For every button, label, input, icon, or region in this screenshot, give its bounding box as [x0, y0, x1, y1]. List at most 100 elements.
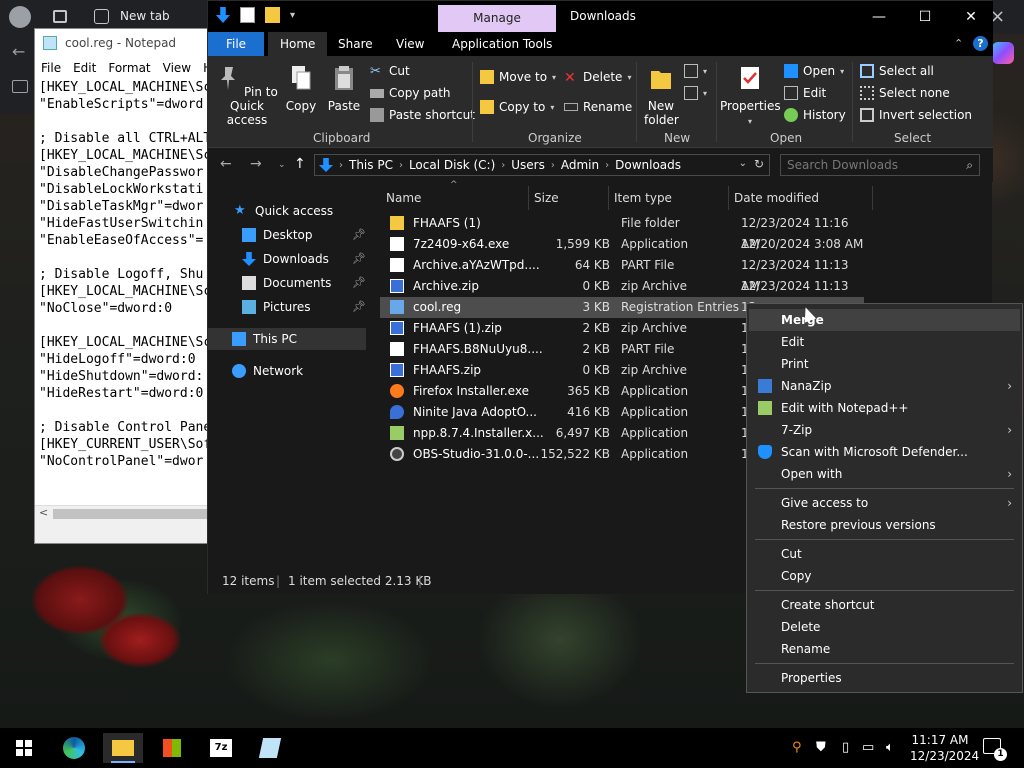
nav-downloads[interactable]: Downloads 📌︎: [242, 248, 366, 270]
menu-open-with[interactable]: Open with ›: [749, 463, 1020, 485]
menu-delete[interactable]: Delete: [749, 616, 1020, 638]
delete-button[interactable]: ✕ Delete ▾: [564, 68, 631, 86]
workspaces-icon[interactable]: [53, 10, 67, 23]
column-divider[interactable]: [608, 186, 609, 210]
invert-selection-button[interactable]: Invert selection: [860, 106, 972, 124]
menu-nanazip[interactable]: NanaZip ›: [749, 375, 1020, 397]
maximize-button[interactable]: ☐: [902, 5, 948, 29]
menu-cut[interactable]: Cut: [749, 543, 1020, 565]
new-item-button[interactable]: ▾: [684, 62, 707, 80]
menu-scan-defender[interactable]: Scan with Microsoft Defender...: [749, 441, 1020, 463]
new-folder-quick-icon[interactable]: [265, 7, 280, 23]
address-dropdown-icon[interactable]: ⌄: [739, 158, 747, 169]
column-divider[interactable]: [528, 186, 529, 210]
close-button[interactable]: ✕: [948, 5, 994, 29]
file-row[interactable]: Archive.zip 0 KB zip Archive 12/23/2024 11:…: [380, 276, 864, 314]
taskbar-store[interactable]: [152, 733, 192, 763]
menu-rename[interactable]: Rename: [749, 638, 1020, 660]
menu-copy[interactable]: Copy: [749, 565, 1020, 587]
pin-to-quick-access-button[interactable]: Pin to Quick access: [214, 64, 280, 127]
tab-file[interactable]: File: [208, 32, 264, 56]
select-all-button[interactable]: Select all: [860, 62, 934, 80]
collapse-ribbon-icon[interactable]: ⌃: [954, 37, 963, 50]
help-icon[interactable]: ?: [973, 36, 988, 51]
profile-avatar[interactable]: [9, 6, 31, 28]
volume-muted-icon[interactable]: 🔈︎: [886, 740, 894, 755]
select-none-button[interactable]: Select none: [860, 84, 950, 102]
menu-properties[interactable]: Properties: [749, 667, 1020, 689]
battery-icon[interactable]: ▯: [842, 740, 849, 755]
column-name[interactable]: Name: [386, 186, 421, 210]
move-to-button[interactable]: Move to ▾: [480, 68, 556, 86]
notepad-menu-edit[interactable]: Edit: [73, 61, 96, 75]
menu-print[interactable]: Print: [749, 353, 1020, 375]
edit-button[interactable]: Edit: [784, 84, 826, 102]
menu-edit-notepadpp[interactable]: Edit with Notepad++: [749, 397, 1020, 419]
refresh-icon[interactable]: ↻: [754, 157, 764, 171]
breadcrumb-local-disk[interactable]: Local Disk (C:): [409, 158, 495, 172]
column-divider[interactable]: [872, 186, 873, 210]
scroll-thumb[interactable]: [53, 509, 211, 519]
nav-documents[interactable]: Documents 📌︎: [242, 272, 366, 294]
network-tray-icon[interactable]: ▭: [862, 740, 874, 755]
easy-access-button[interactable]: ▾: [684, 84, 707, 102]
taskbar-notepad[interactable]: [250, 733, 290, 763]
browser-tab-title[interactable]: New tab: [120, 9, 170, 23]
minimize-button[interactable]: —: [856, 5, 902, 29]
notepad-menu-view[interactable]: View: [163, 61, 191, 75]
notepad-menu-format[interactable]: Format: [108, 61, 150, 75]
copy-to-button[interactable]: Copy to ▾: [480, 98, 554, 116]
column-date-modified[interactable]: Date modified: [734, 186, 819, 210]
tab-view[interactable]: View: [384, 32, 436, 56]
collections-icon[interactable]: [12, 80, 28, 93]
file-row[interactable]: 7z2409-x64.exe 1,599 KB Application 12/20/2…: [380, 234, 864, 255]
column-divider[interactable]: [728, 186, 729, 210]
history-button[interactable]: History: [784, 106, 846, 124]
copy-path-button[interactable]: Copy path: [370, 84, 451, 102]
tab-manage[interactable]: Manage: [438, 5, 556, 32]
open-button[interactable]: Open ▾: [784, 62, 844, 80]
copilot-icon[interactable]: [992, 42, 1014, 64]
search-tray-icon[interactable]: ⚲: [792, 740, 802, 755]
column-item-type[interactable]: Item type: [614, 186, 672, 210]
nav-pictures[interactable]: Pictures 📌︎: [242, 296, 366, 318]
tab-share[interactable]: Share: [326, 32, 385, 56]
address-bar[interactable]: › This PC › Local Disk (C:) › Users › Ad…: [314, 154, 770, 176]
file-row[interactable]: Archive.aYAzWTpd.... 64 KB PART File 12/23/…: [380, 255, 864, 293]
menu-give-access[interactable]: Give access to ›: [749, 492, 1020, 514]
nav-quick-access[interactable]: ★ Quick access: [234, 200, 333, 222]
menu-7zip[interactable]: 7-Zip ›: [749, 419, 1020, 441]
menu-merge[interactable]: Merge: [749, 309, 1020, 331]
nav-network[interactable]: Network: [232, 360, 303, 382]
notepad-titlebar[interactable]: cool.reg - Notepad: [35, 29, 213, 57]
menu-create-shortcut[interactable]: Create shortcut: [749, 594, 1020, 616]
breadcrumb-admin[interactable]: Admin: [561, 158, 599, 172]
security-shield-icon[interactable]: ⛊: [816, 740, 826, 755]
notepad-horizontal-scrollbar[interactable]: <: [35, 505, 213, 521]
nav-this-pc[interactable]: This PC: [208, 328, 366, 350]
breadcrumb-users[interactable]: Users: [511, 158, 545, 172]
notepad-text-area[interactable]: [HKEY_LOCAL_MACHINE\Sc "EnableScripts"=dw…: [39, 79, 211, 519]
new-folder-button[interactable]: New folder: [644, 64, 679, 127]
breadcrumb-this-pc[interactable]: This PC: [349, 158, 393, 172]
taskbar-7zip[interactable]: 7z: [201, 733, 241, 763]
scroll-left-icon[interactable]: <: [39, 506, 48, 519]
cut-button[interactable]: ✂ Cut: [370, 62, 410, 80]
taskbar-file-explorer[interactable]: [103, 733, 143, 763]
search-input[interactable]: Search Downloads ⌕: [780, 154, 980, 176]
breadcrumb-downloads[interactable]: Downloads: [615, 158, 681, 172]
tab-home[interactable]: Home: [268, 32, 328, 56]
properties-quick-icon[interactable]: [240, 7, 255, 23]
start-button[interactable]: [4, 733, 44, 763]
notepad-menu-file[interactable]: File: [41, 61, 61, 75]
nav-desktop[interactable]: Desktop 📌︎: [242, 224, 366, 246]
explorer-titlebar[interactable]: ▾ Manage Downloads — ☐ ✕: [208, 1, 993, 32]
recent-locations-icon[interactable]: ⌄: [278, 160, 286, 170]
file-row[interactable]: FHAAFS (1) File folder 12/23/2024 11:16 AM: [380, 213, 864, 251]
paste-button[interactable]: Paste: [326, 64, 362, 113]
rename-button[interactable]: Rename: [564, 98, 632, 116]
back-icon[interactable]: ←: [220, 156, 232, 172]
properties-button[interactable]: Properties ▾: [720, 64, 781, 129]
forward-icon[interactable]: →: [250, 156, 262, 172]
customize-dropdown-icon[interactable]: ▾: [290, 10, 295, 21]
